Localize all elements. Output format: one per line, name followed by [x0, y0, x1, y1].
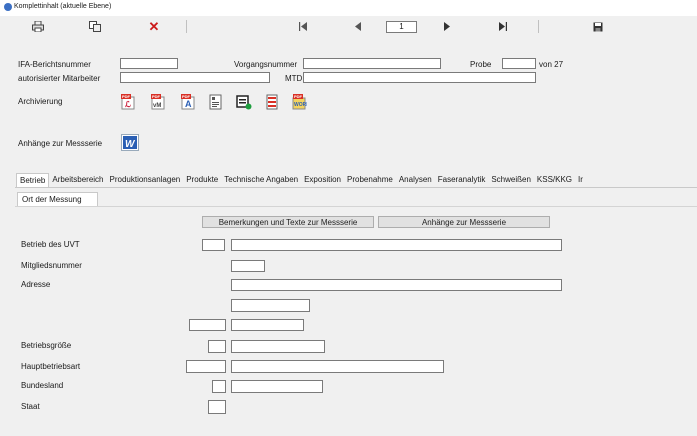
svg-text:W: W	[125, 139, 136, 150]
report-archive-icon[interactable]	[265, 94, 281, 110]
delete-icon[interactable]: ✕	[145, 19, 163, 34]
tab-arbeitsbereich[interactable]: Arbeitsbereich	[49, 173, 106, 187]
tab-analysen[interactable]: Analysen	[396, 173, 435, 187]
tab-kss-kkg[interactable]: KSS/KKG	[534, 173, 575, 187]
mtd-label: MTD	[285, 74, 303, 83]
vorgang-label: Vorgangsnummer	[234, 60, 298, 69]
record-number-field[interactable]: 1	[386, 21, 417, 33]
copy-icon[interactable]	[86, 19, 104, 34]
subtab-ort-der-messung[interactable]: Ort der Messung	[17, 192, 98, 206]
pdf-a-archive-icon[interactable]: A PDF	[179, 94, 195, 110]
anhaenge-button[interactable]: Anhänge zur Messserie	[378, 216, 550, 228]
word-archive-icon[interactable]: WORD PDF	[291, 94, 310, 110]
word-attachment-icon[interactable]: W	[121, 134, 139, 151]
printer-icon[interactable]	[29, 19, 47, 34]
hauptbetrieb-text-input[interactable]	[231, 360, 444, 373]
anhaenge-label: Anhänge zur Messserie	[18, 139, 103, 148]
app-icon	[4, 3, 12, 11]
adresse-plz-input[interactable]	[189, 319, 226, 331]
tab-betrieb[interactable]: Betrieb	[16, 173, 50, 188]
hauptbetrieb-code-input[interactable]	[186, 360, 226, 373]
bundesland-label: Bundesland	[21, 381, 64, 390]
title-bar: Komplettinhalt (aktuelle Ebene)	[0, 0, 697, 16]
tab-produkte[interactable]: Produkte	[183, 173, 221, 187]
staat-label: Staat	[21, 402, 40, 411]
mitgliedsnummer-input[interactable]	[231, 260, 265, 272]
groesse-code-input[interactable]	[208, 340, 226, 353]
archivierung-label: Archivierung	[18, 97, 63, 106]
betrieb-code-input[interactable]	[202, 239, 225, 251]
ifa-report-number-input[interactable]	[120, 58, 178, 69]
tab-technische-angaben[interactable]: Technische Angaben	[221, 173, 301, 187]
probe-label: Probe	[470, 60, 492, 69]
svg-text:WORD: WORD	[294, 102, 307, 108]
adresse-label: Adresse	[21, 280, 51, 289]
next-record-icon[interactable]	[440, 19, 454, 34]
tab-exposition[interactable]: Exposition	[301, 173, 344, 187]
adresse-line2-input[interactable]	[231, 299, 310, 312]
staat-code-input[interactable]	[208, 400, 226, 414]
groesse-label: Betriebsgröße	[21, 341, 72, 350]
tab-probenahme[interactable]: Probenahme	[344, 173, 396, 187]
first-record-icon[interactable]	[296, 19, 310, 34]
groesse-text-input[interactable]	[231, 340, 325, 353]
hauptbetrieb-label: Hauptbetriebsart	[21, 362, 81, 371]
svg-text:A: A	[185, 99, 192, 109]
svg-text:ℒ: ℒ	[125, 100, 131, 109]
export-archive-icon[interactable]	[236, 94, 252, 110]
probe-total-label: von 27	[539, 60, 564, 69]
adresse-ort-input[interactable]	[231, 319, 304, 331]
save-icon[interactable]	[591, 19, 605, 34]
mitglied-label: Mitgliedsnummer	[21, 261, 82, 270]
bemerkungen-button[interactable]: Bemerkungen und Texte zur Messserie	[202, 216, 374, 228]
bundesland-code-input[interactable]	[212, 380, 226, 393]
previous-record-icon[interactable]	[351, 19, 365, 34]
document-archive-icon[interactable]	[208, 94, 224, 110]
tab-schweißen[interactable]: Schweißen	[488, 173, 534, 187]
betrieb-name-input[interactable]	[231, 239, 562, 251]
toolbar-separator	[186, 20, 187, 33]
pdf-archive-icon[interactable]: ℒ PDF	[119, 94, 135, 110]
tab-produktionsanlagen[interactable]: Produktionsanlagen	[107, 173, 184, 187]
main-tab-bar: Betrieb Arbeitsbereich Produktionsanlagen P…	[16, 173, 586, 188]
probe-input[interactable]	[502, 58, 536, 69]
adresse-street-input[interactable]	[231, 279, 562, 291]
last-record-icon[interactable]	[496, 19, 510, 34]
bundesland-text-input[interactable]	[231, 380, 323, 393]
pdf-vm-archive-icon[interactable]: vM PDF	[149, 94, 165, 110]
betrieb-label: Betrieb des UVT	[21, 240, 80, 249]
window-title: Komplettinhalt (aktuelle Ebene)	[14, 3, 112, 10]
tab-ir[interactable]: Ir	[575, 173, 586, 187]
mitarbeiter-label: autorisierter Mitarbeiter	[18, 74, 101, 83]
vorgang-number-input[interactable]	[303, 58, 441, 69]
ifa-label: IFA-Berichtsnummer	[18, 60, 91, 69]
toolbar-separator	[538, 20, 539, 33]
mitarbeiter-input[interactable]	[120, 72, 270, 83]
mtd-input[interactable]	[303, 72, 536, 83]
tab-faseranalytik[interactable]: Faseranalytik	[435, 173, 489, 187]
svg-text:vM: vM	[153, 103, 161, 109]
